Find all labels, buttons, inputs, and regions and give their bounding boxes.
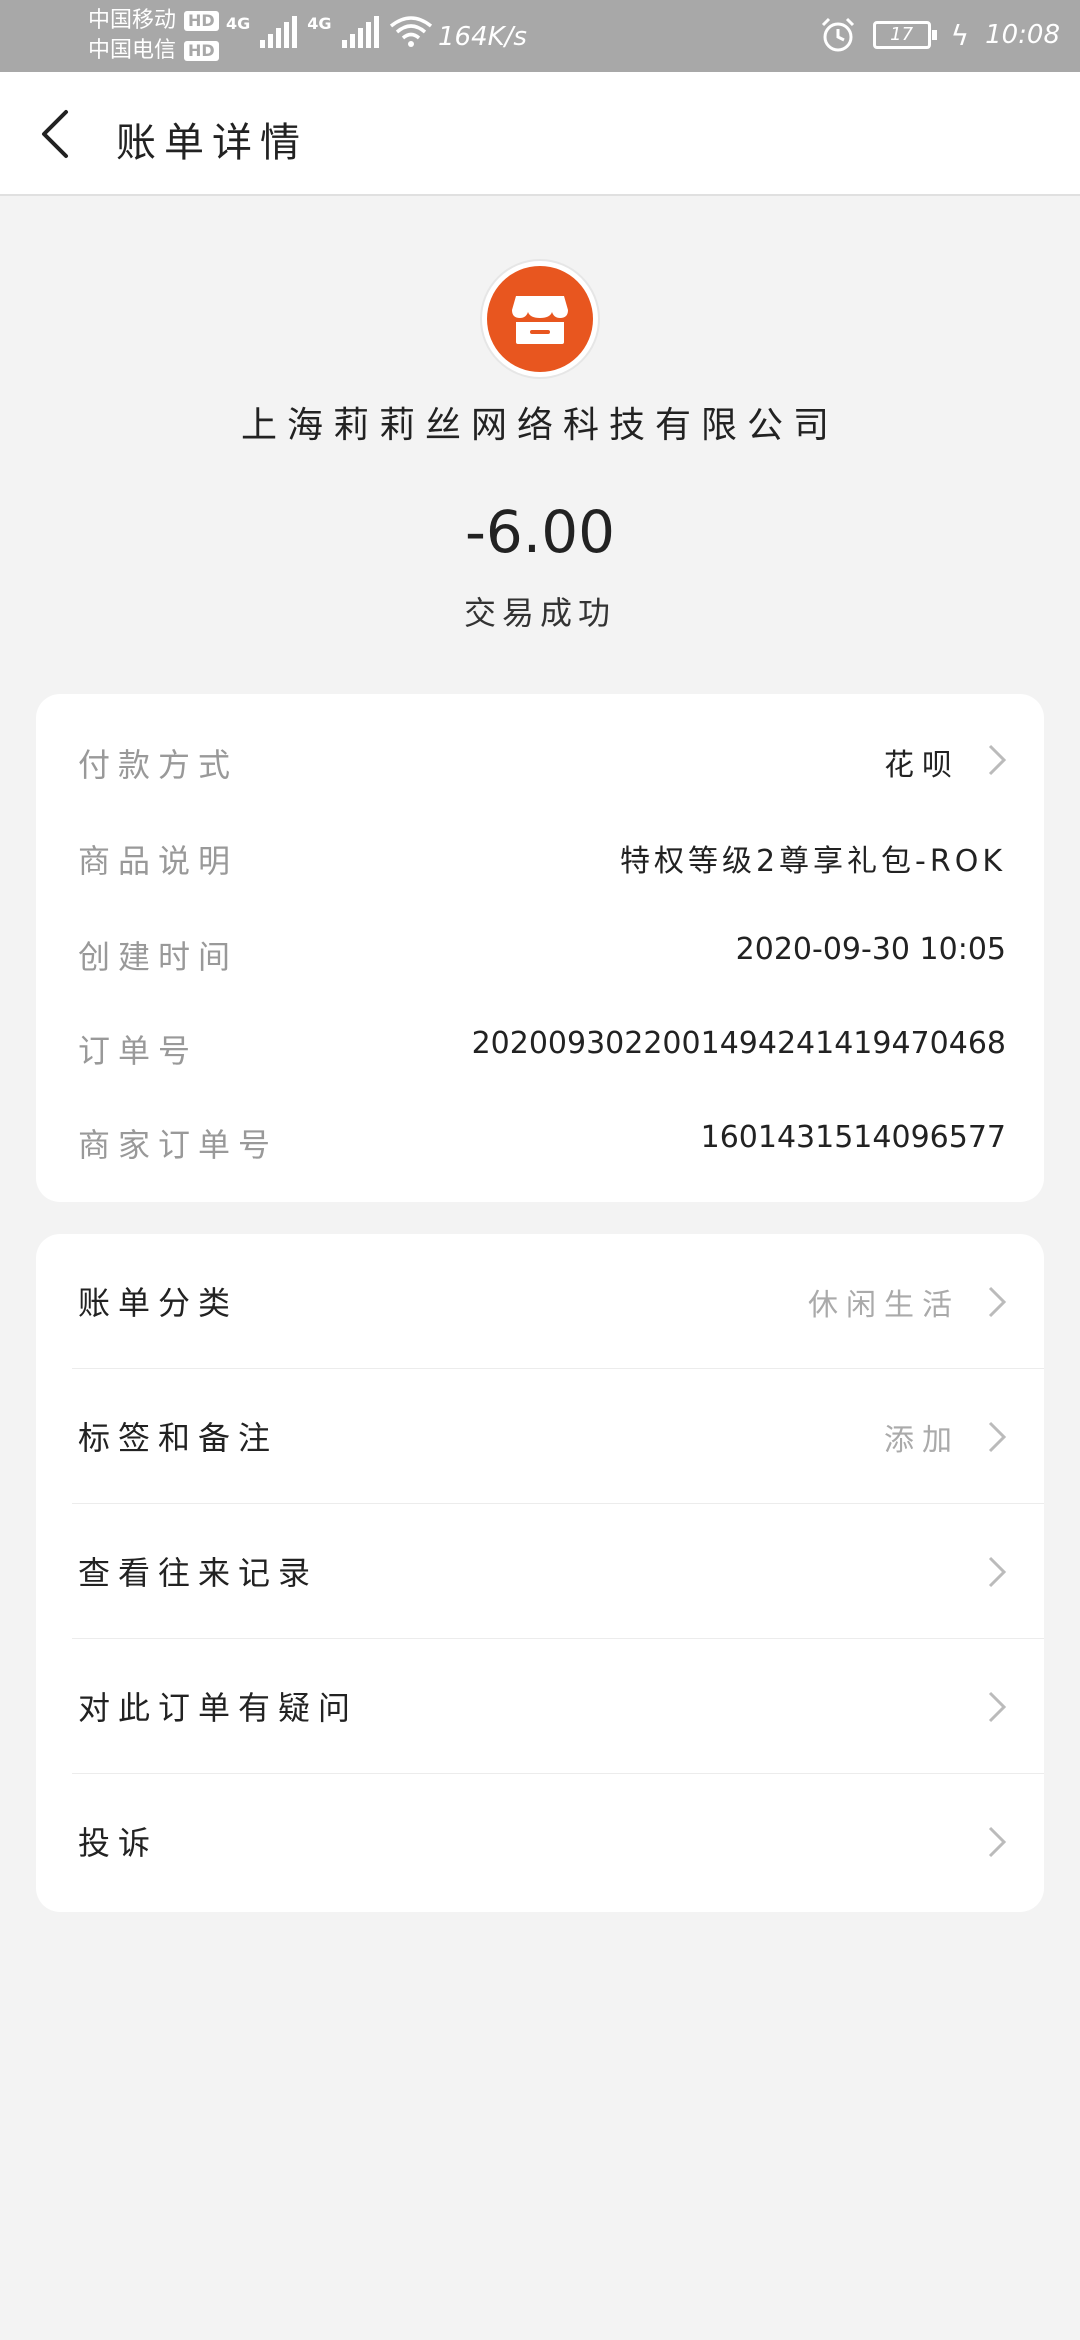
signal-group: 4G 4G	[226, 14, 433, 48]
product-description-row: 商品说明 特权等级2尊享礼包-ROK	[36, 836, 1044, 896]
app-header: 账单详情	[0, 72, 1080, 196]
chevron-right-icon	[988, 1556, 1007, 1588]
hd-badge: HD	[184, 11, 219, 31]
complaint-row[interactable]: 投诉	[36, 1774, 1044, 1909]
order-question-label: 对此订单有疑问	[78, 1689, 359, 1727]
bill-category-label: 账单分类	[78, 1284, 239, 1322]
page-title: 账单详情	[116, 120, 308, 166]
details-card: 付款方式 花呗 商品说明 特权等级2尊享礼包-ROK 创建时间 2020-09-…	[36, 694, 1044, 1202]
actions-card: 账单分类 休闲生活 标签和备注 添加 查看往来记录 对此订单有疑问 投诉	[36, 1234, 1044, 1912]
signal-icon	[260, 14, 298, 48]
view-history-label: 查看往来记录	[78, 1554, 319, 1592]
chevron-right-icon	[988, 744, 1007, 776]
merchant-logo	[487, 266, 593, 372]
network-tag: 4G	[307, 14, 332, 33]
chevron-right-icon	[988, 1421, 1007, 1453]
order-question-row[interactable]: 对此订单有疑问	[36, 1639, 1044, 1774]
network-tag: 4G	[226, 14, 251, 33]
back-arrow-icon[interactable]	[36, 108, 76, 160]
network-speed: 164K/s	[438, 22, 527, 52]
carrier-2: 中国电信	[88, 38, 177, 63]
hd-badge: HD	[184, 41, 219, 61]
transaction-amount: -6.00	[464, 498, 616, 566]
payment-method-value: 花呗	[884, 748, 960, 783]
order-number-row: 订单号 2020093022001494241419470468	[36, 1026, 1044, 1086]
order-number-value: 2020093022001494241419470468	[471, 1026, 1006, 1061]
signal-icon	[341, 14, 379, 48]
status-right: 17 ϟ 10:08	[819, 16, 1060, 54]
chevron-right-icon	[988, 1826, 1007, 1858]
bill-category-row[interactable]: 账单分类 休闲生活	[36, 1234, 1044, 1369]
tags-notes-value: 添加	[884, 1423, 960, 1458]
merchant-order-number-label: 商家订单号	[78, 1126, 279, 1164]
created-time-label: 创建时间	[78, 938, 239, 976]
created-time-row: 创建时间 2020-09-30 10:05	[36, 932, 1044, 992]
charging-icon: ϟ	[950, 18, 970, 52]
tags-notes-label: 标签和备注	[78, 1419, 279, 1457]
merchant-order-number-row: 商家订单号 1601431514096577	[36, 1120, 1044, 1180]
merchant-name: 上海莉莉丝网络科技有限公司	[240, 405, 839, 446]
bill-category-value: 休闲生活	[808, 1288, 960, 1323]
carrier-1: 中国移动	[88, 8, 177, 33]
order-number-label: 订单号	[78, 1032, 199, 1070]
store-icon	[512, 296, 568, 344]
clock: 10:08	[985, 20, 1060, 50]
battery-icon: 17	[872, 21, 937, 49]
chevron-right-icon	[988, 1691, 1007, 1723]
view-history-row[interactable]: 查看往来记录	[36, 1504, 1044, 1639]
complaint-label: 投诉	[78, 1824, 159, 1862]
tags-notes-row[interactable]: 标签和备注 添加	[36, 1369, 1044, 1504]
chevron-right-icon	[988, 1286, 1007, 1318]
payment-method-row[interactable]: 付款方式 花呗	[36, 740, 1044, 800]
product-description-label: 商品说明	[78, 842, 239, 880]
payment-method-label: 付款方式	[78, 746, 239, 784]
carrier-info: 中国移动 HD 中国电信 HD	[88, 6, 219, 66]
alarm-icon	[821, 17, 854, 52]
wifi-icon	[389, 16, 432, 47]
transaction-status: 交易成功	[463, 594, 616, 632]
status-bar: 中国移动 HD 中国电信 HD 4G 4G 164K/s 17 ϟ 10:08	[0, 0, 1080, 72]
product-description-value: 特权等级2尊享礼包-ROK	[619, 844, 1006, 879]
created-time-value: 2020-09-30 10:05	[735, 932, 1006, 967]
merchant-order-number-value: 1601431514096577	[700, 1120, 1006, 1155]
